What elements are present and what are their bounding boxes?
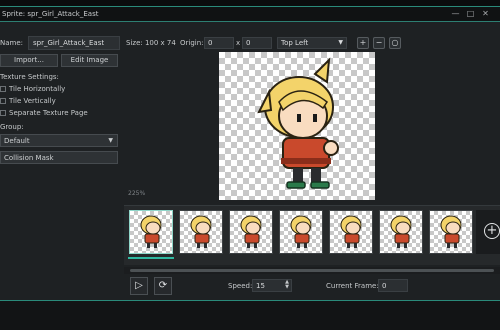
frame-sprite-image <box>290 215 312 248</box>
group-label: Group: <box>0 123 24 131</box>
import-button[interactable]: Import... <box>0 54 58 67</box>
scrollbar-thumb[interactable] <box>130 269 494 272</box>
add-frame-button[interactable]: + <box>476 210 500 254</box>
frame-thumbnail[interactable] <box>429 210 473 254</box>
frame-sprite-image <box>140 215 162 248</box>
minimize-icon[interactable]: — <box>451 9 460 18</box>
origin-preset-select[interactable]: Top Left ▼ <box>277 37 347 49</box>
texture-settings-heading: Texture Settings: <box>0 73 59 81</box>
frame-sprite-image <box>190 215 212 248</box>
checkbox-box[interactable] <box>0 98 6 104</box>
frame-sprite-image <box>340 215 362 248</box>
group-select[interactable]: Default ▼ <box>0 134 118 147</box>
speed-label: Speed: <box>228 282 253 290</box>
current-frame-label: Current Frame: <box>326 282 379 290</box>
checkbox-box[interactable] <box>0 110 6 116</box>
edit-image-button[interactable]: Edit Image <box>61 54 118 67</box>
title-bar[interactable]: Sprite: spr_Girl_Attack_East — □ ✕ <box>0 6 500 22</box>
origin-x-input[interactable]: 0 <box>204 37 234 49</box>
frame-thumbnail[interactable] <box>179 210 223 254</box>
frame-thumbnail[interactable] <box>329 210 373 254</box>
origin-label: Origin: <box>180 39 204 47</box>
name-label: Name: <box>0 39 24 47</box>
play-button[interactable]: ▷ <box>130 277 148 295</box>
origin-separator: x <box>236 39 241 47</box>
speed-value: 15 <box>256 282 265 290</box>
sprite-editor-window: Sprite: spr_Girl_Attack_East — □ ✕ Name:… <box>0 0 500 330</box>
zoom-out-icon[interactable]: − <box>373 37 385 49</box>
tile-vertically-label: Tile Vertically <box>9 97 56 105</box>
zoom-percent-readout: 225% <box>128 190 146 197</box>
separate-texture-page-label: Separate Texture Page <box>9 109 88 117</box>
frame-thumbnail[interactable] <box>279 210 323 254</box>
window-title: Sprite: spr_Girl_Attack_East <box>2 10 99 18</box>
sprite-name-input[interactable]: spr_Girl_Attack_East <box>28 36 120 50</box>
collision-mask-button[interactable]: Collision Mask <box>0 151 118 164</box>
sprite-character-image <box>257 57 339 189</box>
chevron-down-icon: ▼ <box>338 39 343 46</box>
close-icon[interactable]: ✕ <box>481 9 490 18</box>
origin-preset-value: Top Left <box>281 39 309 47</box>
checkbox-box[interactable] <box>0 86 6 92</box>
maximize-icon[interactable]: □ <box>466 9 475 18</box>
frame-thumbnail[interactable] <box>129 210 173 254</box>
tile-horizontally-label: Tile Horizontally <box>9 85 66 93</box>
zoom-reset-icon[interactable]: ○ <box>389 37 401 49</box>
size-readout: Size: 100 x 74 <box>126 39 176 47</box>
loop-button[interactable]: ⟳ <box>154 277 172 295</box>
spinner-arrows-icon[interactable]: ▲ ▼ <box>285 280 289 290</box>
current-frame-input[interactable]: 0 <box>378 279 408 292</box>
frames-scrollbar[interactable] <box>124 267 500 274</box>
group-value: Default <box>4 137 30 145</box>
plus-circle-icon: + <box>484 223 500 239</box>
frame-sprite-image <box>390 215 412 248</box>
tile-horizontally-checkbox[interactable]: Tile Horizontally <box>0 85 65 93</box>
tile-vertically-checkbox[interactable]: Tile Vertically <box>0 97 56 105</box>
frame-sprite-image <box>240 215 262 248</box>
sprite-canvas[interactable] <box>219 52 375 200</box>
chevron-down-icon: ▼ <box>108 137 113 144</box>
window-bottom-bar <box>0 300 500 330</box>
speed-input[interactable]: 15 ▲ ▼ <box>252 279 292 292</box>
origin-y-input[interactable]: 0 <box>242 37 272 49</box>
frame-sprite-image <box>440 215 462 248</box>
properties-panel: Name: spr_Girl_Attack_East Import... Edi… <box>0 32 120 300</box>
frame-thumbnail[interactable] <box>229 210 273 254</box>
separate-texture-page-checkbox[interactable]: Separate Texture Page <box>0 109 88 117</box>
zoom-in-icon[interactable]: + <box>357 37 369 49</box>
selected-frame-indicator <box>128 257 174 259</box>
frame-thumbnail[interactable] <box>379 210 423 254</box>
